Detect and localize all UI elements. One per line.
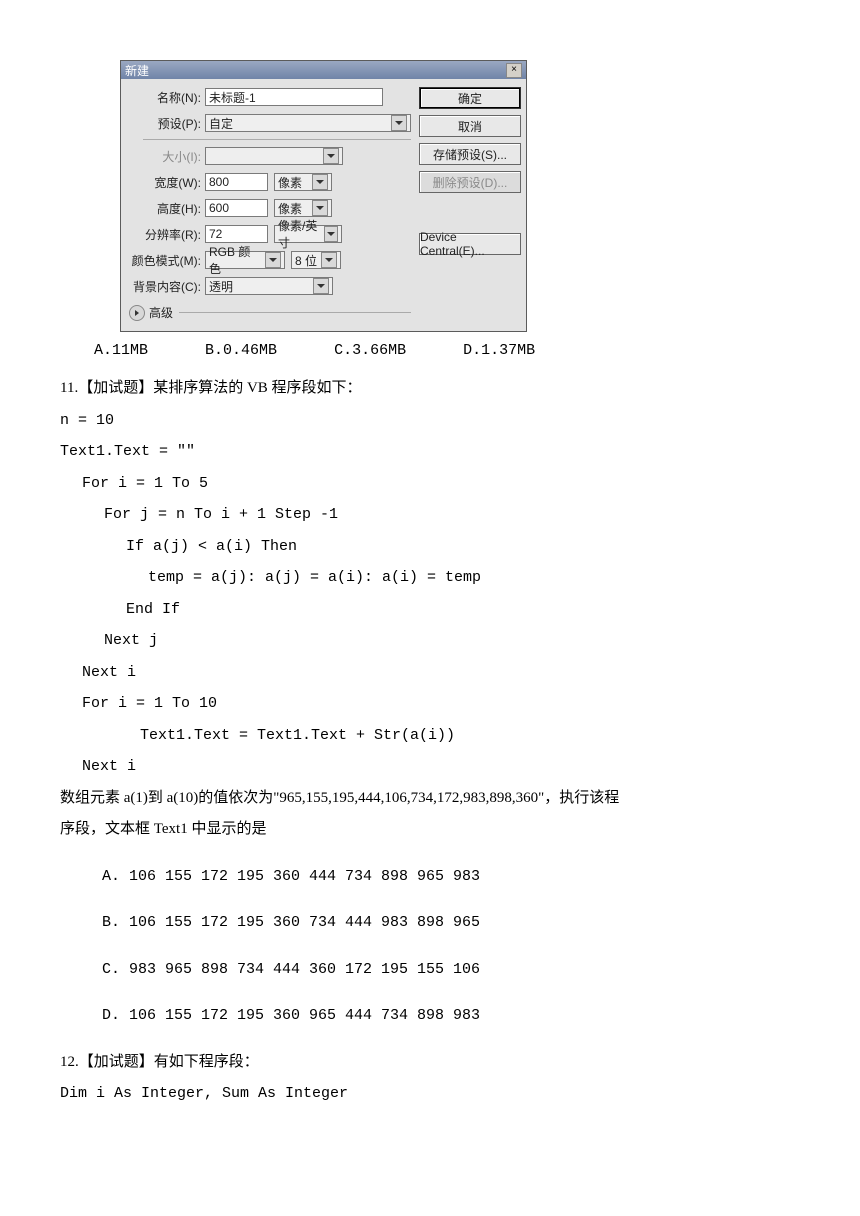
q11-code-line: If a(j) < a(i) Then	[60, 531, 800, 563]
height-unit: 像素	[278, 200, 302, 217]
q11-option-c: C. 983 965 898 734 444 360 172 195 155 1…	[102, 954, 800, 986]
q11-code-line: Text1.Text = Text1.Text + Str(a(i))	[60, 720, 800, 752]
save-preset-button[interactable]: 存储预设(S)...	[419, 143, 521, 165]
chevron-down-icon[interactable]	[321, 252, 337, 268]
q12-stem: 12.【加试题】有如下程序段：	[60, 1047, 800, 1079]
advanced-toggle-icon[interactable]	[129, 305, 145, 321]
preset-value: 自定	[209, 115, 233, 132]
cancel-button[interactable]: 取消	[419, 115, 521, 137]
q12-code-line: Dim i As Integer, Sum As Integer	[60, 1078, 800, 1110]
dialog-title: 新建	[125, 62, 149, 79]
q11-desc: 序段，文本框 Text1 中显示的是	[60, 814, 800, 846]
device-central-button[interactable]: Device Central(E)...	[419, 233, 521, 255]
resolution-unit-combo[interactable]: 像素/英寸	[274, 225, 342, 243]
color-mode-combo[interactable]: RGB 颜色	[205, 251, 285, 269]
preset-label: 预设(P):	[129, 115, 205, 132]
ok-button[interactable]: 确定	[419, 87, 521, 109]
q11-option-a: A. 106 155 172 195 360 444 734 898 965 9…	[102, 861, 800, 893]
chevron-down-icon[interactable]	[312, 200, 328, 216]
chevron-down-icon[interactable]	[313, 278, 329, 294]
resolution-unit: 像素/英寸	[278, 217, 320, 251]
advanced-label[interactable]: 高级	[149, 304, 173, 321]
new-document-dialog: 新建 × 名称(N): 未标题-1 预设(P): 自定	[120, 60, 800, 332]
dialog-titlebar: 新建 ×	[121, 61, 526, 79]
q11-code-line: n = 10	[60, 405, 800, 437]
background-combo[interactable]: 透明	[205, 277, 333, 295]
preset-combo[interactable]: 自定	[205, 114, 411, 132]
size-combo[interactable]	[205, 147, 343, 165]
q11-option-d: D. 106 155 172 195 360 965 444 734 898 9…	[102, 1000, 800, 1032]
name-field[interactable]: 未标题-1	[205, 88, 383, 106]
resolution-field[interactable]: 72	[205, 225, 268, 243]
background-label: 背景内容(C):	[129, 278, 205, 295]
chevron-down-icon[interactable]	[312, 174, 328, 190]
q11-code-line: End If	[60, 594, 800, 626]
chevron-down-icon[interactable]	[324, 226, 338, 242]
height-label: 高度(H):	[129, 200, 205, 217]
q11-option-b: B. 106 155 172 195 360 734 444 983 898 9…	[102, 907, 800, 939]
width-unit: 像素	[278, 174, 302, 191]
q11-code-line: Next i	[60, 657, 800, 689]
width-label: 宽度(W):	[129, 174, 205, 191]
q11-desc: 数组元素 a(1)到 a(10)的值依次为"965,155,195,444,10…	[60, 783, 800, 815]
chevron-down-icon[interactable]	[391, 115, 407, 131]
q11-code-line: temp = a(j): a(j) = a(i): a(i) = temp	[60, 562, 800, 594]
size-label: 大小(I):	[129, 148, 205, 165]
q10-options: A.11MB B.0.46MB C.3.66MB D.1.37MB	[94, 342, 800, 359]
bit-depth-value: 8 位	[295, 252, 317, 269]
q10-option-d: D.1.37MB	[463, 342, 535, 359]
q11-code-line: For i = 1 To 10	[60, 688, 800, 720]
q10-option-b: B.0.46MB	[205, 342, 277, 359]
resolution-label: 分辨率(R):	[129, 226, 205, 243]
width-unit-combo[interactable]: 像素	[274, 173, 332, 191]
q11-code-line: For i = 1 To 5	[60, 468, 800, 500]
q11-code-line: For j = n To i + 1 Step -1	[60, 499, 800, 531]
chevron-down-icon[interactable]	[265, 252, 281, 268]
height-field[interactable]: 600	[205, 199, 268, 217]
height-unit-combo[interactable]: 像素	[274, 199, 332, 217]
q10-option-c: C.3.66MB	[334, 342, 406, 359]
name-label: 名称(N):	[129, 89, 205, 106]
color-mode-label: 颜色模式(M):	[129, 252, 205, 269]
width-field[interactable]: 800	[205, 173, 268, 191]
color-mode-value: RGB 颜色	[209, 243, 261, 277]
q11-code-line: Next i	[60, 751, 800, 783]
q10-option-a: A.11MB	[94, 342, 148, 359]
q11-stem: 11.【加试题】某排序算法的 VB 程序段如下：	[60, 373, 800, 405]
chevron-down-icon[interactable]	[323, 148, 339, 164]
close-icon[interactable]: ×	[506, 63, 522, 78]
background-value: 透明	[209, 278, 233, 295]
delete-preset-button: 删除预设(D)...	[419, 171, 521, 193]
q11-code-line: Next j	[60, 625, 800, 657]
bit-depth-combo[interactable]: 8 位	[291, 251, 341, 269]
q11-code-line: Text1.Text = ""	[60, 436, 800, 468]
